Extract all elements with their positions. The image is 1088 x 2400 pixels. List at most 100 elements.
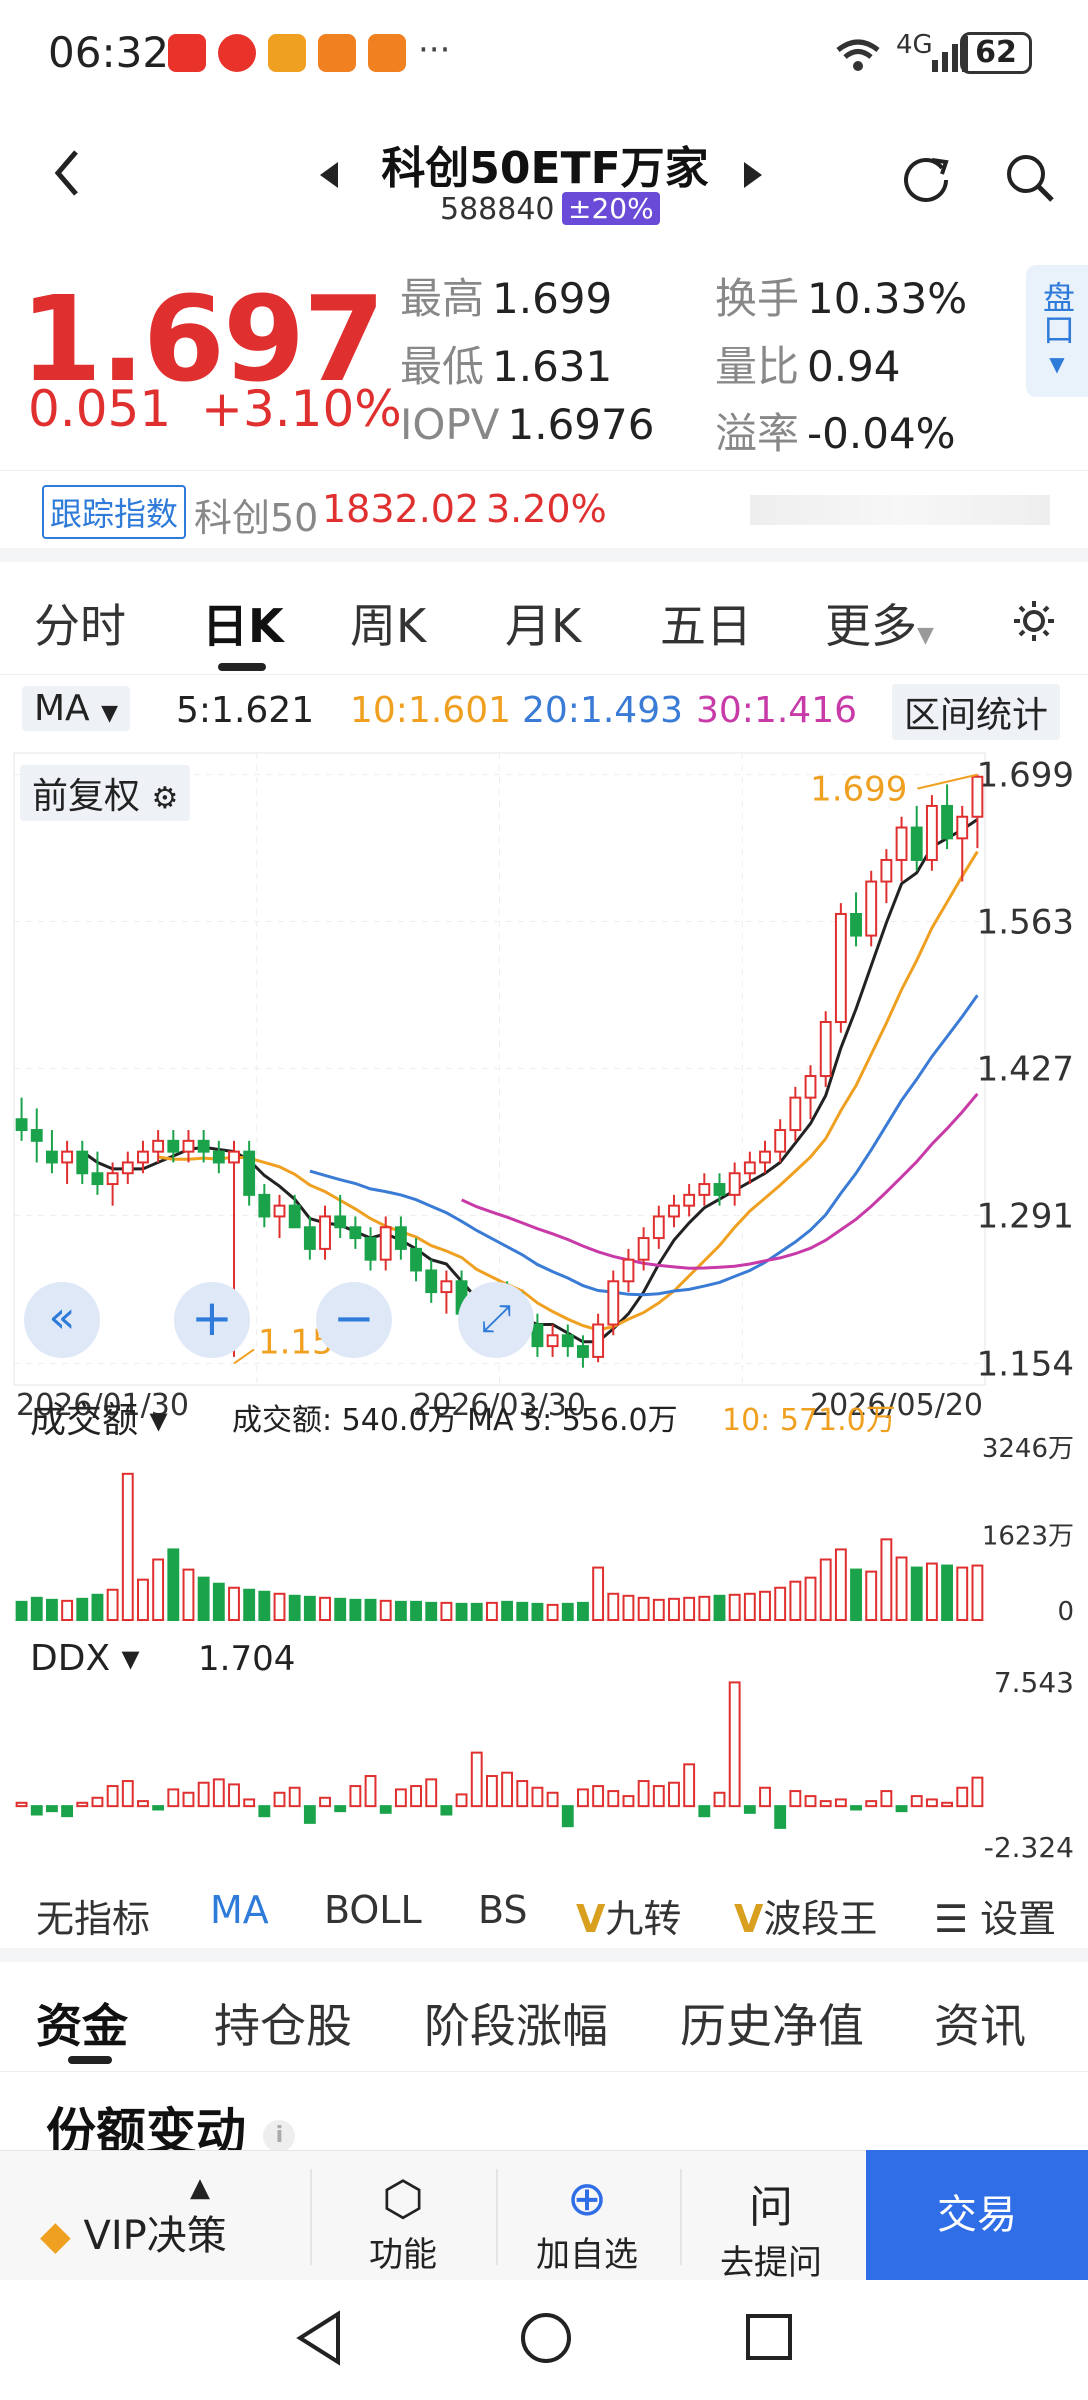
tab-weekly-k[interactable]: 周K <box>350 590 426 656</box>
tab-more[interactable]: 更多▼ <box>825 590 934 656</box>
candle <box>774 1129 787 1153</box>
volume-bar <box>212 1582 225 1622</box>
search-icon[interactable] <box>1002 150 1058 206</box>
volume-bar <box>789 1580 802 1621</box>
trade-button[interactable]: 交易 <box>866 2150 1088 2280</box>
zoom-out-button[interactable]: − <box>316 1282 392 1358</box>
ddx-selector[interactable]: DDX ▾ <box>30 1638 140 1679</box>
tab-intraday[interactable]: 分时 <box>34 590 126 656</box>
prev-stock-icon[interactable] <box>318 160 340 190</box>
next-stock-icon[interactable] <box>742 160 764 190</box>
function-button[interactable]: ⬡ 功能 <box>338 2171 468 2276</box>
indicator-settings[interactable]: ☰ 设置 <box>934 1888 1056 1943</box>
volume-bar <box>76 1597 89 1621</box>
volume-bar <box>531 1602 544 1622</box>
ddx-bar <box>167 1788 180 1808</box>
y-tick-label: 1.699 <box>977 756 1074 796</box>
high-price: 最高 1.699 <box>400 274 613 323</box>
candle <box>349 1226 362 1240</box>
status-time: 06:32 <box>48 28 170 77</box>
nav-home-icon[interactable] <box>518 2310 574 2366</box>
volume-bar <box>45 1598 58 1622</box>
scroll-left-button[interactable]: « <box>24 1282 100 1358</box>
zoom-in-button[interactable]: + <box>174 1282 250 1358</box>
tracking-index-row[interactable]: 跟踪指数 科创50 1832.02 3.20% <box>0 470 1088 550</box>
nav-recents-icon[interactable] <box>744 2312 794 2362</box>
indicator-nine-turn[interactable]: V九转 <box>576 1888 681 1943</box>
period-tabs: 分时 日K 周K 月K 五日 更多▼ <box>0 565 1088 675</box>
nav-back-icon[interactable] <box>294 2310 344 2366</box>
volume-bar <box>819 1558 832 1622</box>
volume-bar <box>334 1597 347 1621</box>
ddx-bar <box>228 1783 240 1808</box>
ddx-bar <box>637 1780 650 1808</box>
share-icon[interactable] <box>898 150 954 206</box>
candle <box>850 912 862 937</box>
candle <box>910 826 923 861</box>
volume-bar <box>379 1599 392 1622</box>
range-stats-button[interactable]: 区间统计 <box>892 684 1061 740</box>
tab-stage-gain[interactable]: 阶段涨幅 <box>424 1990 608 2056</box>
y-tick-label: 1.427 <box>977 1049 1074 1089</box>
indicator-none[interactable]: 无指标 <box>36 1888 150 1943</box>
indicator-bs[interactable]: BS <box>478 1888 528 1932</box>
volume-bar <box>683 1596 696 1621</box>
tab-daily-k[interactable]: 日K <box>202 590 284 656</box>
candle <box>728 1172 741 1196</box>
tab-news[interactable]: 资讯 <box>934 1990 1026 2056</box>
candle <box>106 1172 119 1186</box>
kline-chart[interactable]: 1.6991.5631.4271.2911.1541.6991.1542026/… <box>10 745 1078 1865</box>
tab-monthly-k[interactable]: 月K <box>505 590 581 656</box>
candle <box>759 1150 771 1164</box>
volume-bar <box>668 1597 680 1621</box>
chart-area[interactable]: 1.699 1.563 1.427 1.291 1.154 1.699 1.154 2026/… <box>10 745 1078 1865</box>
order-book-tab[interactable]: 盘口 ▼ <box>1026 265 1088 397</box>
candle <box>561 1334 574 1348</box>
tab-capital[interactable]: 资金 <box>36 1990 128 2056</box>
ddx-bar <box>15 1801 28 1808</box>
candle <box>577 1345 589 1358</box>
volume-bar <box>546 1603 559 1622</box>
candle <box>76 1150 89 1175</box>
diamond-icon: ◆ <box>40 2213 71 2259</box>
ma-selector[interactable]: MA ▼ <box>22 686 131 731</box>
volume-bar <box>410 1600 422 1621</box>
change-percent: +3.10% <box>201 380 402 438</box>
vip-decision-button[interactable]: ▲ ◆ VIP决策 <box>40 2173 300 2261</box>
ddx-bar <box>76 1801 89 1808</box>
volume-selector[interactable]: 成交额 ▾ <box>30 1400 168 1441</box>
ddx-bar <box>152 1805 165 1811</box>
ddx-bar <box>440 1805 453 1816</box>
ddx-bar <box>607 1790 620 1808</box>
tab-nav-history[interactable]: 历史净值 <box>680 1990 864 2056</box>
indicator-ma[interactable]: MA <box>210 1888 269 1932</box>
ddx-bar <box>121 1780 134 1808</box>
candle <box>789 1096 802 1132</box>
volume-bar <box>61 1599 74 1622</box>
ddx-bar <box>865 1800 878 1808</box>
tab-holdings[interactable]: 持仓股 <box>214 1990 352 2056</box>
add-watchlist-button[interactable]: ⊕ 加自选 <box>522 2171 652 2276</box>
candle <box>607 1280 620 1326</box>
candle <box>61 1150 74 1164</box>
adjust-selector[interactable]: 前复权 ⚙ <box>20 765 191 821</box>
divider <box>0 1948 1088 1962</box>
ask-question-button[interactable]: 问去提问 <box>706 2171 836 2284</box>
ddx-bar <box>743 1805 756 1814</box>
ma30-value: 30:1.416 <box>696 690 857 731</box>
stock-title: 科创50ETF万家 <box>381 143 709 194</box>
tab-five-day[interactable]: 五日 <box>660 590 752 656</box>
back-icon[interactable] <box>52 148 82 198</box>
indicator-boll[interactable]: BOLL <box>324 1888 422 1932</box>
status-bar: 06:32 ··· 4G 62 <box>0 0 1088 110</box>
volume-bar <box>956 1566 969 1622</box>
ddx-bar <box>925 1798 938 1808</box>
volume-bar <box>273 1592 286 1621</box>
active-tab-indicator <box>218 663 266 671</box>
indicator-wave-king[interactable]: V波段王 <box>734 1888 877 1943</box>
fullscreen-button[interactable]: ⤢ <box>458 1282 534 1358</box>
volume-y-tick: 3246万 <box>982 1434 1074 1464</box>
volume-bar <box>91 1593 104 1621</box>
volume-bar <box>485 1601 498 1621</box>
gear-icon[interactable] <box>1010 597 1058 645</box>
